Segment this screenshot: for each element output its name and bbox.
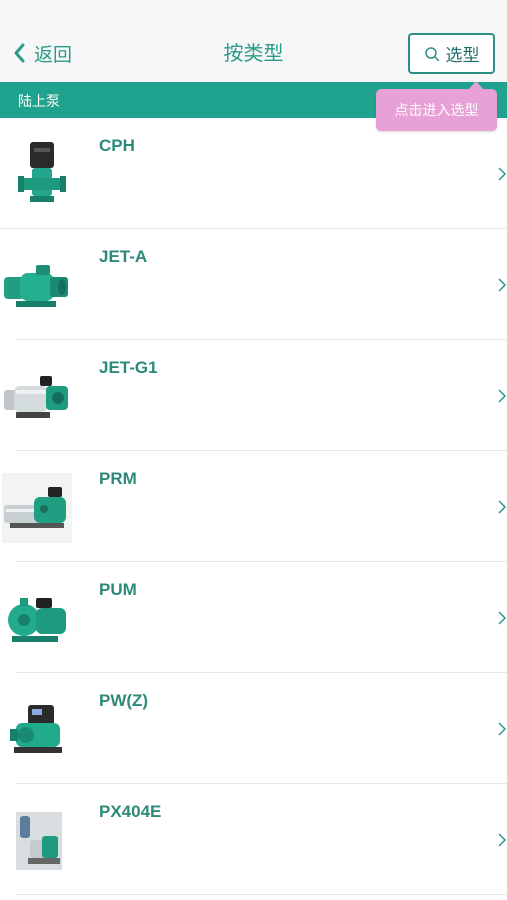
list-item[interactable]: PRM <box>2 451 507 562</box>
chevron-right-icon <box>498 611 507 625</box>
chevron-right-icon <box>498 722 507 736</box>
vertical-circulator-pump-icon <box>18 142 66 202</box>
product-name: PX404E <box>99 802 162 821</box>
chevron-right-icon <box>498 833 507 847</box>
jet-pump-stainless-icon <box>4 376 68 418</box>
list-item[interactable]: PUM <box>8 562 507 673</box>
list-item[interactable]: PW(Z) <box>10 673 507 784</box>
select-model-button[interactable]: 选型 <box>408 33 495 74</box>
product-name: CPH <box>99 136 135 155</box>
multistage-pump-icon <box>2 473 72 543</box>
product-name: JET-A <box>99 247 148 266</box>
section-title: 陆上泵 <box>18 94 60 110</box>
chevron-right-icon <box>498 167 507 181</box>
product-list: CPH JET-A JET-G1 PRM PUM PW(Z) PX404E <box>0 118 507 895</box>
product-name: PUM <box>99 580 137 599</box>
list-item[interactable]: JET-A <box>4 229 507 340</box>
select-model-label: 选型 <box>445 46 480 66</box>
pressure-tank-pump-icon <box>16 812 62 870</box>
search-icon <box>424 46 439 61</box>
product-name: JET-G1 <box>99 358 158 377</box>
jet-pump-icon <box>4 265 68 307</box>
list-item[interactable]: CPH <box>0 118 507 229</box>
chevron-right-icon <box>498 500 507 514</box>
chevron-right-icon <box>498 278 507 292</box>
centrifugal-pump-icon <box>8 598 66 642</box>
product-name: PW(Z) <box>99 691 149 710</box>
product-name: PRM <box>99 469 137 488</box>
list-item[interactable]: PX404E <box>16 784 507 895</box>
chevron-right-icon <box>498 389 507 403</box>
list-item[interactable]: JET-G1 <box>4 340 507 451</box>
booster-pump-icon <box>10 705 62 753</box>
app-header: 返回 按类型 选型 <box>0 0 507 82</box>
